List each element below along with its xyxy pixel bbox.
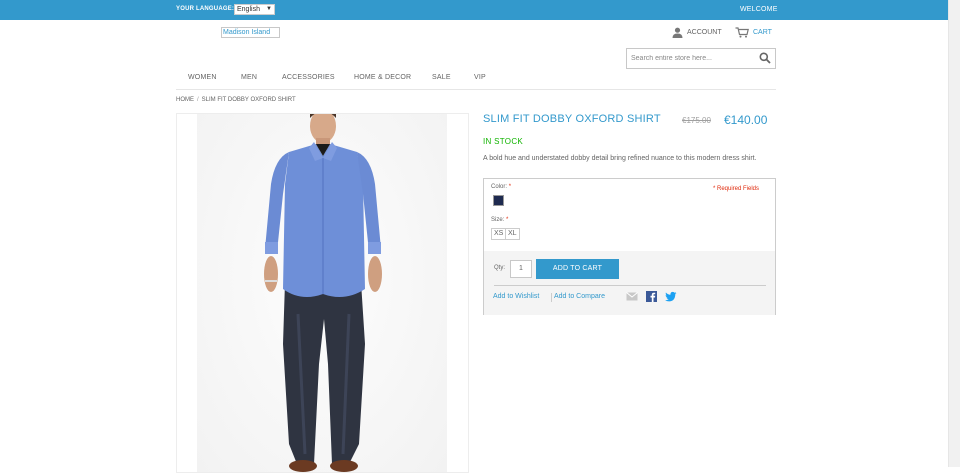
search-icon[interactable] xyxy=(759,52,771,64)
email-icon[interactable] xyxy=(626,292,638,301)
main-nav: WOMEN MEN ACCESSORIES HOME & DECOR SALE … xyxy=(176,74,776,88)
language-select[interactable]: English ▼ xyxy=(234,4,275,15)
search-box xyxy=(626,48,776,69)
required-marker: * xyxy=(506,217,509,223)
cart-link[interactable]: CART xyxy=(735,26,772,38)
cart-label: CART xyxy=(753,28,772,36)
nav-item-home-decor[interactable]: HOME & DECOR xyxy=(354,74,411,81)
nav-item-men[interactable]: MEN xyxy=(241,74,257,81)
qty-input[interactable]: 1 xyxy=(510,260,532,278)
cart-icon xyxy=(735,26,749,38)
account-label: ACCOUNT xyxy=(687,28,722,36)
old-price: €175.00 xyxy=(682,116,711,125)
page-scrollbar[interactable] xyxy=(948,0,960,467)
color-label-text: Color: xyxy=(491,184,508,190)
twitter-icon[interactable] xyxy=(665,291,677,302)
product-description: A bold hue and understated dobby detail … xyxy=(483,155,757,162)
add-to-wishlist-link[interactable]: Add to Wishlist xyxy=(493,293,539,300)
color-swatch[interactable] xyxy=(493,195,504,206)
nav-divider xyxy=(176,89,776,90)
account-link[interactable]: ACCOUNT xyxy=(672,26,722,38)
size-option-xl[interactable]: XL xyxy=(505,228,520,240)
size-option-label: Size: * xyxy=(491,217,508,223)
breadcrumb-separator: / xyxy=(197,97,199,103)
qty-label: Qty: xyxy=(494,265,506,271)
welcome-message: WELCOME xyxy=(740,6,778,13)
language-label: YOUR LANGUAGE: xyxy=(176,6,235,12)
nav-item-sale[interactable]: SALE xyxy=(432,74,451,81)
product-image[interactable] xyxy=(177,114,469,473)
add-to-cart-area: Qty: 1 ADD TO CART Add to Wishlist Add t… xyxy=(484,251,775,315)
nav-item-women[interactable]: WOMEN xyxy=(188,74,217,81)
add-to-compare-link[interactable]: Add to Compare xyxy=(554,293,605,300)
nav-item-vip[interactable]: VIP xyxy=(474,74,486,81)
search-input[interactable] xyxy=(627,49,755,68)
product-options-panel: Color: * * Required Fields Size: * XS XL… xyxy=(483,178,776,315)
store-logo[interactable]: Madison Island xyxy=(221,27,280,38)
availability-status: IN STOCK xyxy=(483,137,524,146)
special-price: €140.00 xyxy=(724,113,768,127)
size-label-text: Size: xyxy=(491,217,505,223)
language-select-value: English xyxy=(237,6,260,13)
product-title: SLIM FIT DOBBY OXFORD SHIRT xyxy=(483,113,661,125)
facebook-icon[interactable] xyxy=(646,291,657,302)
link-separator xyxy=(551,293,552,302)
chevron-down-icon: ▼ xyxy=(266,6,272,12)
add-to-cart-button[interactable]: ADD TO CART xyxy=(536,259,619,279)
breadcrumb: HOME / SLIM FIT DOBBY OXFORD SHIRT xyxy=(176,97,296,103)
top-bar: YOUR LANGUAGE: English ▼ WELCOME xyxy=(0,0,948,20)
user-icon xyxy=(672,27,683,38)
product-image-frame xyxy=(176,113,469,473)
breadcrumb-current: SLIM FIT DOBBY OXFORD SHIRT xyxy=(201,97,296,103)
required-marker: * xyxy=(508,184,512,190)
color-option-label: Color: * xyxy=(491,184,511,190)
options-divider xyxy=(494,285,766,286)
nav-item-accessories[interactable]: ACCESSORIES xyxy=(282,74,335,81)
required-fields-note: * Required Fields xyxy=(713,186,760,192)
breadcrumb-home[interactable]: HOME xyxy=(176,97,194,103)
